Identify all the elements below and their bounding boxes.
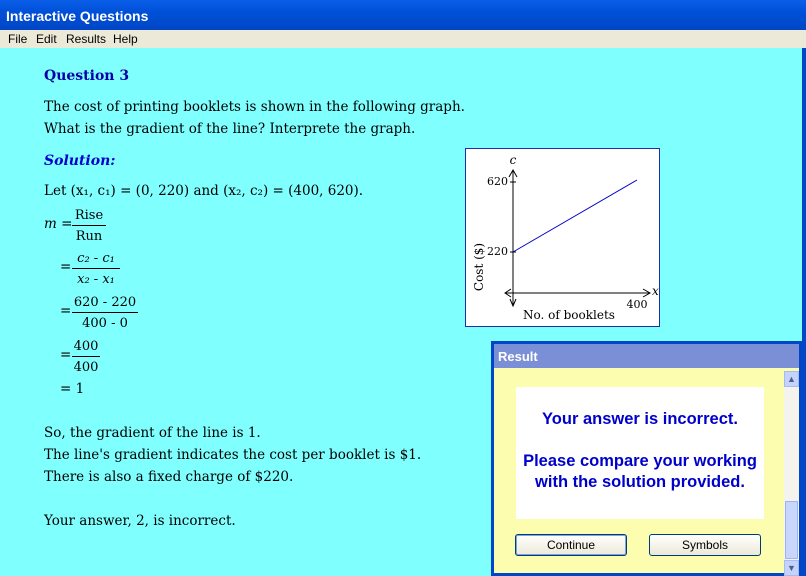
fraction-denominator: x₂ - x₁ [77,272,115,287]
result-message-line-3: with the solution provided. [535,473,745,491]
fraction-values: 620 - 220 400 - 0 [72,292,138,334]
x-axis-variable: x [652,284,659,298]
solution-let-line: Let (x₁, c₁) = (0, 220) and (x₂, c₂) = (… [44,183,364,199]
solution-title: Solution: [44,153,116,169]
result-dialog: Result Your answer is incorrect. Please … [491,341,802,576]
dialog-title: Result [498,349,538,364]
question-title: Question 3 [44,68,130,84]
question-line-2: What is the gradient of the line? Interp… [44,121,416,137]
equals-sign: = [60,347,72,363]
equals-sign: = [60,259,72,275]
fraction-numerator: c₂ - c₁ [72,248,120,269]
result-message-line-2: Please compare your working [523,452,757,470]
cost-line [512,179,638,253]
conclusion-line-1: So, the gradient of the line is 1. [44,425,261,441]
cost-graph: c x 620 220 400 No. of booklets Cost ($) [465,148,660,327]
dialog-scrollbar[interactable]: ▲ ▼ [784,371,799,576]
conclusion-line-2: The line's gradient indicates the cost p… [44,447,422,463]
scroll-up-button[interactable]: ▲ [784,371,799,387]
tick-label-620: 620 [487,175,508,188]
result-message-line-1: Your answer is incorrect. [542,410,738,428]
scroll-down-button[interactable]: ▼ [784,560,799,576]
x-axis-label: No. of booklets [523,308,615,322]
result-line: = 1 [60,381,85,397]
fraction-numerator: 620 - 220 [72,292,138,313]
fraction-rise-run: Rise Run [72,205,106,247]
tick-label-400: 400 [627,298,648,311]
m-label: m = [44,216,73,232]
menu-help[interactable]: Help [113,32,138,46]
menu-results[interactable]: Results [66,32,106,46]
fraction-simplified: 400 400 [72,336,100,378]
y-axis-label: Cost ($) [472,243,486,291]
tick-label-220: 220 [487,245,508,258]
fraction-denominator: 400 [73,360,99,375]
menu-edit[interactable]: Edit [36,32,57,46]
cost-graph-svg: c x 620 220 400 No. of booklets Cost ($) [472,153,659,322]
scroll-thumb[interactable] [785,501,798,559]
fraction-denominator: 400 - 0 [82,316,128,331]
window-titlebar: Interactive Questions [0,0,806,30]
your-answer-line: Your answer, 2, is incorrect. [44,513,236,529]
result-message-box: Your answer is incorrect. Please compare… [516,387,764,519]
fraction-numerator: 400 [72,336,100,357]
fraction-c-over-x: c₂ - c₁ x₂ - x₁ [72,248,120,290]
fraction-denominator: Run [75,229,103,244]
continue-button[interactable]: Continue [515,534,627,556]
question-line-1: The cost of printing booklets is shown i… [44,99,465,115]
menu-bar: File Edit Results Help [0,30,806,48]
fraction-numerator: Rise [72,205,106,226]
dialog-titlebar: Result [494,344,799,368]
window-title: Interactive Questions [6,8,149,24]
menu-file[interactable]: File [8,32,27,46]
equals-sign: = [60,303,72,319]
symbols-button[interactable]: Symbols [649,534,761,556]
y-axis-variable: c [510,153,517,167]
conclusion-line-3: There is also a fixed charge of $220. [44,469,294,485]
